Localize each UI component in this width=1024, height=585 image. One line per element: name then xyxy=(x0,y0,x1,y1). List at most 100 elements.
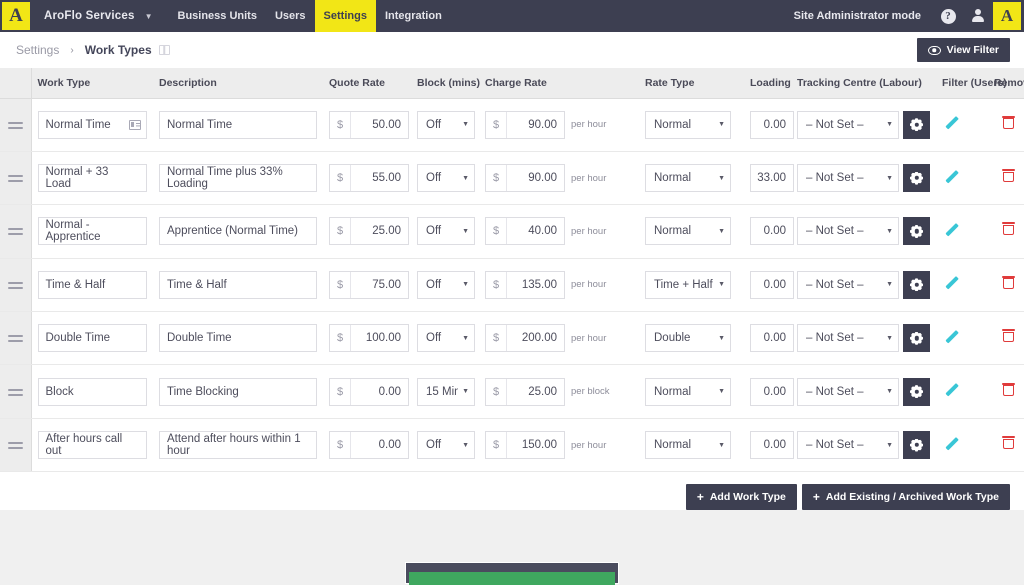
loading-input[interactable]: 0.00 xyxy=(750,431,794,459)
drag-handle-cell[interactable] xyxy=(0,418,31,471)
block-mins-select[interactable]: Off▼ xyxy=(417,271,475,299)
drag-handle-cell[interactable] xyxy=(0,312,31,365)
help-icon[interactable]: ? xyxy=(933,0,963,32)
rate-type-select[interactable]: Normal▼ xyxy=(645,111,731,139)
edit-pencil-icon[interactable] xyxy=(955,222,969,236)
description-input[interactable]: Normal Time plus 33% Loading xyxy=(159,164,317,192)
rate-type-select[interactable]: Double▼ xyxy=(645,324,731,352)
drag-handle-cell[interactable] xyxy=(0,151,31,204)
delete-trash-icon[interactable] xyxy=(1003,436,1014,449)
block-mins-select[interactable]: 15 Min▼ xyxy=(417,378,475,406)
drag-handle-cell[interactable] xyxy=(0,98,31,151)
charge-rate-input[interactable]: $200.00 xyxy=(485,324,565,352)
drag-handle-icon[interactable] xyxy=(8,442,23,449)
tracking-centre-settings-button[interactable] xyxy=(903,271,930,299)
tracking-centre-settings-button[interactable] xyxy=(903,431,930,459)
nav-item-settings[interactable]: Settings xyxy=(315,0,376,32)
quote-rate-input[interactable]: $25.00 xyxy=(329,217,409,245)
drag-handle-icon[interactable] xyxy=(8,282,23,289)
tracking-centre-select[interactable]: – Not Set –▼ xyxy=(797,378,899,406)
quote-rate-input[interactable]: $0.00 xyxy=(329,431,409,459)
drag-handle-cell[interactable] xyxy=(0,365,31,418)
drag-handle-icon[interactable] xyxy=(8,122,23,129)
charge-rate-input[interactable]: $25.00 xyxy=(485,378,565,406)
edit-pencil-icon[interactable] xyxy=(955,436,969,450)
block-mins-select[interactable]: Off▼ xyxy=(417,324,475,352)
block-mins-select[interactable]: Off▼ xyxy=(417,431,475,459)
rate-type-select[interactable]: Normal▼ xyxy=(645,378,731,406)
contact-card-icon[interactable] xyxy=(129,120,141,130)
charge-rate-input[interactable]: $135.00 xyxy=(485,271,565,299)
drag-handle-icon[interactable] xyxy=(8,389,23,396)
rate-type-select[interactable]: Normal▼ xyxy=(645,164,731,192)
description-input[interactable]: Time Blocking xyxy=(159,378,317,406)
charge-rate-input[interactable]: $90.00 xyxy=(485,111,565,139)
drag-handle-icon[interactable] xyxy=(8,228,23,235)
tracking-centre-select[interactable]: – Not Set –▼ xyxy=(797,431,899,459)
edit-pencil-icon[interactable] xyxy=(955,275,969,289)
drag-handle-cell[interactable] xyxy=(0,205,31,258)
quote-rate-input[interactable]: $75.00 xyxy=(329,271,409,299)
loading-input[interactable]: 0.00 xyxy=(750,324,794,352)
charge-rate-input[interactable]: $150.00 xyxy=(485,431,565,459)
rate-type-select[interactable]: Time + Half▼ xyxy=(645,271,731,299)
work-type-input[interactable]: Block xyxy=(38,378,148,406)
breadcrumb-parent[interactable]: Settings xyxy=(16,43,59,57)
drag-handle-icon[interactable] xyxy=(8,335,23,342)
avatar[interactable]: A xyxy=(993,2,1021,30)
work-type-input[interactable]: Normal - Apprentice xyxy=(38,217,148,245)
aroflo-logo-icon[interactable]: A xyxy=(0,0,32,32)
quote-rate-input[interactable]: $0.00 xyxy=(329,378,409,406)
work-type-input[interactable]: After hours call out xyxy=(38,431,148,459)
edit-pencil-icon[interactable] xyxy=(955,115,969,129)
tracking-centre-settings-button[interactable] xyxy=(903,217,930,245)
loading-input[interactable]: 33.00 xyxy=(750,164,794,192)
description-input[interactable]: Normal Time xyxy=(159,111,317,139)
edit-pencil-icon[interactable] xyxy=(955,169,969,183)
nav-item-business-units[interactable]: Business Units xyxy=(169,0,266,32)
nav-item-integration[interactable]: Integration xyxy=(376,0,451,32)
tracking-centre-settings-button[interactable] xyxy=(903,378,930,406)
description-input[interactable]: Double Time xyxy=(159,324,317,352)
description-input[interactable]: Attend after hours within 1 hour xyxy=(159,431,317,459)
loading-input[interactable]: 0.00 xyxy=(750,111,794,139)
tracking-centre-select[interactable]: – Not Set –▼ xyxy=(797,271,899,299)
quote-rate-input[interactable]: $50.00 xyxy=(329,111,409,139)
delete-trash-icon[interactable] xyxy=(1003,329,1014,342)
delete-trash-icon[interactable] xyxy=(1003,276,1014,289)
block-mins-select[interactable]: Off▼ xyxy=(417,111,475,139)
quote-rate-input[interactable]: $100.00 xyxy=(329,324,409,352)
tracking-centre-settings-button[interactable] xyxy=(903,324,930,352)
rate-type-select[interactable]: Normal▼ xyxy=(645,217,731,245)
work-type-input[interactable]: Double Time xyxy=(38,324,148,352)
tracking-centre-settings-button[interactable] xyxy=(903,164,930,192)
loading-input[interactable]: 0.00 xyxy=(750,271,794,299)
tracking-centre-settings-button[interactable] xyxy=(903,111,930,139)
chevron-down-icon[interactable]: ▼ xyxy=(145,0,169,32)
charge-rate-input[interactable]: $90.00 xyxy=(485,164,565,192)
work-type-input[interactable]: Time & Half xyxy=(38,271,148,299)
charge-rate-input[interactable]: $40.00 xyxy=(485,217,565,245)
help-book-icon[interactable] xyxy=(159,45,170,55)
tracking-centre-select[interactable]: – Not Set –▼ xyxy=(797,217,899,245)
nav-item-users[interactable]: Users xyxy=(266,0,315,32)
view-filter-button[interactable]: View Filter xyxy=(917,38,1010,62)
work-type-input[interactable]: Normal + 33 Load xyxy=(38,164,148,192)
description-input[interactable]: Apprentice (Normal Time) xyxy=(159,217,317,245)
bottom-popup-partial[interactable] xyxy=(405,562,619,584)
loading-input[interactable]: 0.00 xyxy=(750,378,794,406)
drag-handle-cell[interactable] xyxy=(0,258,31,311)
delete-trash-icon[interactable] xyxy=(1003,383,1014,396)
delete-trash-icon[interactable] xyxy=(1003,222,1014,235)
tracking-centre-select[interactable]: – Not Set –▼ xyxy=(797,111,899,139)
tracking-centre-select[interactable]: – Not Set –▼ xyxy=(797,324,899,352)
delete-trash-icon[interactable] xyxy=(1003,169,1014,182)
tracking-centre-select[interactable]: – Not Set –▼ xyxy=(797,164,899,192)
drag-handle-icon[interactable] xyxy=(8,175,23,182)
rate-type-select[interactable]: Normal▼ xyxy=(645,431,731,459)
block-mins-select[interactable]: Off▼ xyxy=(417,217,475,245)
loading-input[interactable]: 0.00 xyxy=(750,217,794,245)
edit-pencil-icon[interactable] xyxy=(955,329,969,343)
edit-pencil-icon[interactable] xyxy=(955,382,969,396)
description-input[interactable]: Time & Half xyxy=(159,271,317,299)
